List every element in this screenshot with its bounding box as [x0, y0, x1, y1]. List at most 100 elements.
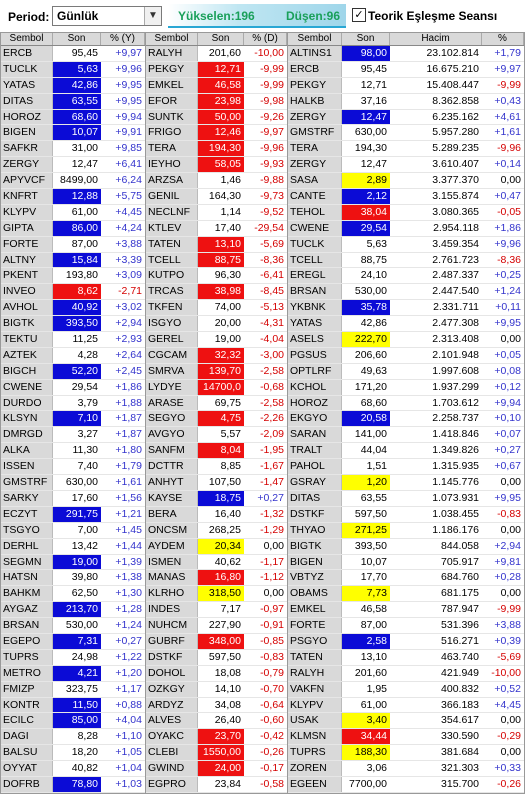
table-row[interactable]: DITAS 63,55 +9,95 [1, 93, 145, 110]
table-row[interactable]: DERHL 13,42 +1,44 [1, 538, 145, 555]
table-row[interactable]: SASA 2,89 3.377.370 0,00 [288, 173, 524, 190]
table-row[interactable]: TEHOL 38,04 3.080.365 -0,05 [288, 204, 524, 221]
table-row[interactable]: ZOREN 3,06 321.303 +0,33 [288, 761, 524, 777]
table-row[interactable]: HATSN 39,80 +1,38 [1, 570, 145, 587]
table-row[interactable]: KLYPV 61,00 366.183 +4,45 [288, 697, 524, 714]
table-row[interactable]: ZERGY 12,47 3.610.407 +0,14 [288, 157, 524, 174]
table-row[interactable]: ALVES 26,40 -0,60 [146, 713, 287, 730]
table-row[interactable]: FRIGO 12,46 -9,97 [146, 125, 287, 142]
table-row[interactable]: THYAO 271,25 1.186.176 0,00 [288, 522, 524, 539]
table-row[interactable]: DITAS 63,55 1.073.931 +9,95 [288, 490, 524, 507]
table-row[interactable]: BALSU 18,20 +1,05 [1, 745, 145, 762]
table-row[interactable]: AYDEM 20,34 0,00 [146, 538, 287, 555]
table-row[interactable]: AVGYO 5,57 -2,09 [146, 427, 287, 444]
period-dropdown[interactable]: Günlük ▼ [52, 6, 162, 26]
table-row[interactable]: BIGCH 52,20 +2,45 [1, 363, 145, 380]
table-row[interactable]: SAFKR 31,00 +9,85 [1, 141, 145, 158]
table-row[interactable]: SARAN 141,00 1.418.846 +0,07 [288, 427, 524, 444]
table-row[interactable]: GMSTRF 630,00 5.957.280 +1,61 [288, 125, 524, 142]
table-row[interactable]: EGPRO 23,84 -0,58 [146, 776, 287, 793]
table-row[interactable]: CANTE 2,12 3.155.874 +0,47 [288, 189, 524, 205]
table-row[interactable]: TCELL 88,75 -8,36 [146, 252, 287, 269]
table-row[interactable]: INVEO 8,62 -2,71 [1, 284, 145, 301]
table-row[interactable]: GUBRF 348,00 -0,85 [146, 633, 287, 650]
table-row[interactable]: CLEBI 1550,00 -0,26 [146, 745, 287, 762]
column-header-volume[interactable]: Hacim [390, 33, 482, 45]
table-row[interactable]: YKBNK 35,78 2.331.711 +0,11 [288, 300, 524, 317]
table-row[interactable]: KUTPO 96,30 -6,41 [146, 268, 287, 285]
table-row[interactable]: USAK 3,40 354.617 0,00 [288, 713, 524, 730]
table-row[interactable]: KLSYN 7,10 +1,87 [1, 411, 145, 428]
table-row[interactable]: ZERGY 12,47 +6,41 [1, 157, 145, 174]
table-row[interactable]: TUPRS 188,30 381.684 0,00 [288, 745, 524, 762]
table-row[interactable]: DOFRB 78,80 +1,03 [1, 776, 145, 793]
table-row[interactable]: FMIZP 323,75 +1,17 [1, 681, 145, 698]
table-row[interactable]: KCHOL 171,20 1.937.299 +0,12 [288, 379, 524, 396]
table-row[interactable]: GENIL 164,30 -9,73 [146, 189, 287, 205]
table-row[interactable]: TERA 194,30 5.289.235 -9,96 [288, 141, 524, 158]
table-row[interactable]: EKGYO 20,58 2.258.737 +0,10 [288, 411, 524, 428]
table-row[interactable]: EMKEL 46,58 -9,99 [146, 77, 287, 94]
column-header-symbol[interactable]: Sembol [1, 33, 53, 45]
table-row[interactable]: ARASE 69,75 -2,58 [146, 395, 287, 412]
table-row[interactable]: PEKGY 12,71 -9,99 [146, 61, 287, 78]
table-row[interactable]: KLYPV 61,00 +4,45 [1, 204, 145, 221]
table-row[interactable]: GSRAY 1,20 1.145.776 0,00 [288, 475, 524, 491]
table-row[interactable]: ISSEN 7,40 +1,79 [1, 459, 145, 476]
table-row[interactable]: DSTKF 597,50 1.038.455 -0,83 [288, 506, 524, 523]
table-row[interactable]: OYAKC 23,70 -0,42 [146, 729, 287, 746]
table-row[interactable]: GWIND 24,00 -0,17 [146, 761, 287, 777]
table-row[interactable]: SANFM 8,04 -1,95 [146, 443, 287, 460]
column-header-last[interactable]: Son [342, 33, 390, 45]
table-row[interactable]: KLRHO 318,50 0,00 [146, 586, 287, 603]
table-row[interactable]: BIGEN 10,07 705.917 +9,81 [288, 554, 524, 571]
table-row[interactable]: ARDYZ 34,08 -0,64 [146, 697, 287, 714]
table-row[interactable]: OPTLRF 49,63 1.997.608 +0,08 [288, 363, 524, 380]
table-row[interactable]: FORTE 87,00 +3,88 [1, 236, 145, 253]
table-row[interactable]: TUCLK 5,63 3.459.354 +9,96 [288, 236, 524, 253]
table-row[interactable]: DSTKF 597,50 -0,83 [146, 649, 287, 666]
table-row[interactable]: EMKEL 46,58 787.947 -9,99 [288, 602, 524, 619]
table-row[interactable]: NUHCM 227,90 -0,91 [146, 618, 287, 634]
table-row[interactable]: RALYH 201,60 421.949 -10,00 [288, 665, 524, 682]
table-row[interactable]: GIPTA 86,00 +4,24 [1, 220, 145, 237]
table-row[interactable]: BAHKM 62,50 +1,30 [1, 586, 145, 603]
column-header-symbol[interactable]: Sembol [288, 33, 342, 45]
table-row[interactable]: BIGEN 10,07 +9,91 [1, 125, 145, 142]
table-row[interactable]: ZERGY 12,47 6.235.162 +4,61 [288, 109, 524, 126]
table-row[interactable]: OZKGY 14,10 -0,70 [146, 681, 287, 698]
table-row[interactable]: PAHOL 1,51 1.315.935 +0,67 [288, 459, 524, 476]
table-row[interactable]: HOROZ 68,60 1.703.612 +9,94 [288, 395, 524, 412]
table-row[interactable]: TCELL 88,75 2.761.723 -8,36 [288, 252, 524, 269]
table-row[interactable]: SUNTK 50,00 -9,26 [146, 109, 287, 126]
table-row[interactable]: BRSAN 530,00 2.447.540 +1,24 [288, 284, 524, 301]
table-row[interactable]: SEGMN 19,00 +1,39 [1, 554, 145, 571]
table-row[interactable]: ALTINS1 98,00 23.102.814 +1,79 [288, 46, 524, 62]
table-row[interactable]: ONCSM 268,25 -1,29 [146, 522, 287, 539]
table-row[interactable]: FORTE 87,00 531.396 +3,88 [288, 618, 524, 634]
table-row[interactable]: HOROZ 68,60 +9,94 [1, 109, 145, 126]
table-row[interactable]: YATAS 42,86 2.477.308 +9,95 [288, 316, 524, 333]
table-row[interactable]: IEYHO 58,05 -9,93 [146, 157, 287, 174]
column-header-last[interactable]: Son [198, 33, 244, 45]
table-row[interactable]: TERA 194,30 -9,96 [146, 141, 287, 158]
table-row[interactable]: APYVCF 8499,00 +6,24 [1, 173, 145, 190]
table-row[interactable]: ISMEN 40,62 -1,17 [146, 554, 287, 571]
table-row[interactable]: PKENT 193,80 +3,09 [1, 268, 145, 285]
table-row[interactable]: ASELS 222,70 2.313.408 0,00 [288, 332, 524, 348]
table-row[interactable]: TUCLK 5,63 +9,96 [1, 61, 145, 78]
table-row[interactable]: METRO 4,21 +1,20 [1, 665, 145, 682]
table-row[interactable]: PSGYO 2,58 516.271 +0,39 [288, 633, 524, 650]
table-row[interactable]: AVHOL 40,92 +3,02 [1, 300, 145, 317]
table-row[interactable]: CWENE 29,54 2.954.118 +1,86 [288, 220, 524, 237]
table-row[interactable]: ISGYO 20,00 -4,31 [146, 316, 287, 333]
column-header-change[interactable]: % (Y) [101, 33, 145, 45]
table-row[interactable]: KNFRT 12,88 +5,75 [1, 189, 145, 205]
column-header-change[interactable]: % (D) [244, 33, 287, 45]
table-row[interactable]: GMSTRF 630,00 +1,61 [1, 475, 145, 491]
table-row[interactable]: YATAS 42,86 +9,95 [1, 77, 145, 94]
table-row[interactable]: TRCAS 38,98 -8,45 [146, 284, 287, 301]
table-row[interactable]: LYDYE 14700,0 -0,68 [146, 379, 287, 396]
table-row[interactable]: SARKY 17,60 +1,56 [1, 490, 145, 507]
table-row[interactable]: ALKA 11,30 +1,80 [1, 443, 145, 460]
